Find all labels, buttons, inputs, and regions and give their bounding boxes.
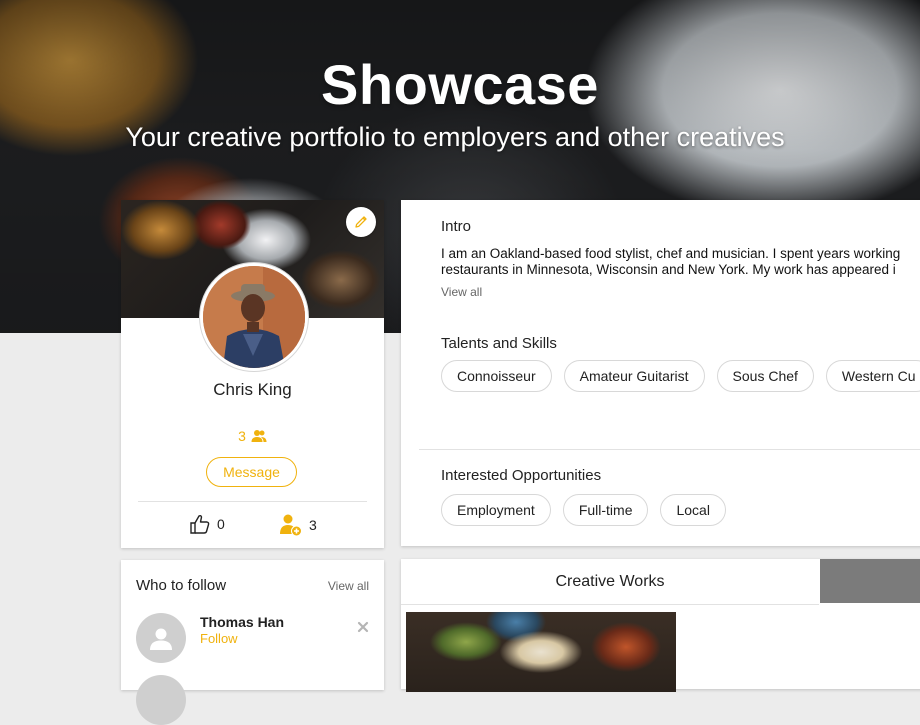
divider — [138, 501, 367, 502]
profile-info-card: Intro I am an Oakland-based food stylist… — [401, 200, 920, 546]
skill-chip[interactable]: Western Cu — [825, 360, 920, 392]
intro-view-all-link[interactable]: View all — [441, 285, 482, 299]
who-to-follow-heading: Who to follow — [136, 577, 227, 594]
divider — [419, 449, 920, 450]
intro-text: I am an Oakland-based food stylist, chef… — [441, 246, 920, 278]
opportunity-chip[interactable]: Full-time — [562, 494, 649, 526]
edit-profile-button[interactable] — [346, 207, 376, 237]
user-placeholder-icon — [150, 628, 172, 650]
opportunities-chip-list: Employment Full-time Local — [441, 494, 726, 526]
likes-stat[interactable]: 0 — [189, 513, 225, 535]
edit-pencil-icon — [355, 216, 367, 228]
skill-chip[interactable]: Amateur Guitarist — [563, 360, 705, 392]
opportunity-chip[interactable]: Employment — [441, 494, 551, 526]
connections-count-value: 3 — [238, 428, 246, 444]
message-button[interactable]: Message — [206, 457, 297, 487]
connections-count[interactable]: 3 — [121, 428, 384, 444]
avatar[interactable] — [200, 263, 308, 371]
skill-chip[interactable]: Sous Chef — [716, 360, 814, 392]
follow-suggestion-avatar[interactable] — [136, 613, 186, 663]
thumbs-up-icon — [190, 514, 210, 534]
follow-button[interactable]: Follow — [200, 631, 238, 646]
tab-creative-works[interactable]: Creative Works — [401, 559, 819, 605]
follow-suggestion-avatar[interactable] — [136, 675, 186, 725]
likes-count: 0 — [217, 516, 225, 532]
add-follower-icon — [280, 514, 302, 537]
profile-photo — [203, 266, 305, 368]
skill-chip[interactable]: Connoisseur — [441, 360, 552, 392]
connections-icon — [251, 430, 267, 442]
intro-line: I am an Oakland-based food stylist, chef… — [441, 246, 901, 261]
intro-line: restaurants in Minnesota, Wisconsin and … — [441, 262, 896, 277]
profile-card: Chris King 3 Message 0 3 — [121, 200, 384, 548]
tab-secondary[interactable] — [820, 559, 920, 603]
followers-count: 3 — [309, 517, 317, 533]
talents-chip-list: Connoisseur Amateur Guitarist Sous Chef … — [441, 360, 920, 392]
follow-suggestion-name[interactable]: Thomas Han — [200, 614, 284, 630]
page-title: Showcase — [321, 53, 599, 116]
close-icon[interactable] — [356, 620, 370, 634]
who-to-follow-card: Who to follow View all Thomas Han Follow — [121, 560, 384, 725]
talents-heading: Talents and Skills — [441, 335, 557, 352]
profile-name: Chris King — [213, 380, 292, 399]
opportunities-heading: Interested Opportunities — [441, 467, 602, 484]
creative-works-panel: Creative Works — [401, 559, 920, 692]
opportunity-chip[interactable]: Local — [660, 494, 726, 526]
page-subtitle: Your creative portfolio to employers and… — [125, 122, 785, 152]
creative-work-thumbnail[interactable] — [406, 612, 676, 692]
followers-stat[interactable]: 3 — [279, 513, 317, 537]
intro-heading: Intro — [441, 218, 472, 235]
who-to-follow-view-all-link[interactable]: View all — [328, 579, 369, 593]
